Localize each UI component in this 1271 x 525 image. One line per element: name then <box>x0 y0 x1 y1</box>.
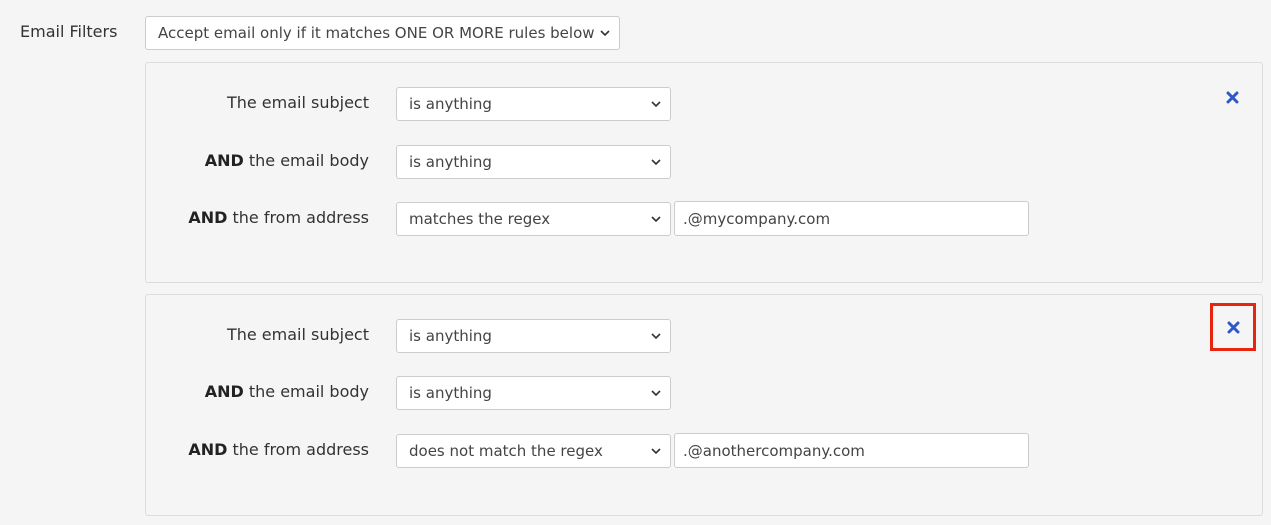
from-operator-select[interactable]: matches the regex <box>396 202 671 236</box>
close-icon <box>1227 321 1239 333</box>
body-operator-select[interactable]: is anything <box>396 145 671 179</box>
from-operator-value: does not match the regex <box>409 442 603 460</box>
remove-rule-button[interactable] <box>1210 303 1256 351</box>
body-operator-value: is anything <box>409 153 492 171</box>
subject-operator-select[interactable]: is anything <box>396 319 671 353</box>
from-address-input[interactable]: .@anothercompany.com <box>674 433 1029 468</box>
email-filters-label: Email Filters <box>20 22 118 41</box>
subject-label: The email subject <box>226 325 369 344</box>
chevron-down-icon <box>600 30 610 37</box>
body-label: AND the email body <box>204 151 369 170</box>
body-operator-select[interactable]: is anything <box>396 376 671 410</box>
body-operator-value: is anything <box>409 384 492 402</box>
email-filters-page: Email Filters Accept email only if it ma… <box>0 0 1271 525</box>
chevron-down-icon <box>651 333 661 340</box>
chevron-down-icon <box>651 216 661 223</box>
subject-operator-value: is anything <box>409 327 492 345</box>
chevron-down-icon <box>651 390 661 397</box>
filter-rule-2: The email subject is anything AND the em… <box>145 294 1263 516</box>
filter-mode-select-value: Accept email only if it matches ONE OR M… <box>158 24 595 42</box>
from-label: AND the from address <box>188 208 369 227</box>
from-address-value: .@mycompany.com <box>683 209 831 228</box>
chevron-down-icon <box>651 101 661 108</box>
subject-label: The email subject <box>226 93 369 112</box>
from-operator-value: matches the regex <box>409 210 551 228</box>
close-icon <box>1226 91 1238 103</box>
from-label: AND the from address <box>188 440 369 459</box>
chevron-down-icon <box>651 159 661 166</box>
subject-operator-value: is anything <box>409 95 492 113</box>
filter-rule-1: The email subject is anything AND the em… <box>145 62 1263 283</box>
chevron-down-icon <box>651 448 661 455</box>
remove-rule-button[interactable] <box>1217 82 1247 112</box>
subject-operator-select[interactable]: is anything <box>396 87 671 121</box>
body-label: AND the email body <box>204 382 369 401</box>
from-address-value: .@anothercompany.com <box>683 441 865 460</box>
filter-mode-select[interactable]: Accept email only if it matches ONE OR M… <box>145 16 620 50</box>
from-address-input[interactable]: .@mycompany.com <box>674 201 1029 236</box>
from-operator-select[interactable]: does not match the regex <box>396 434 671 468</box>
